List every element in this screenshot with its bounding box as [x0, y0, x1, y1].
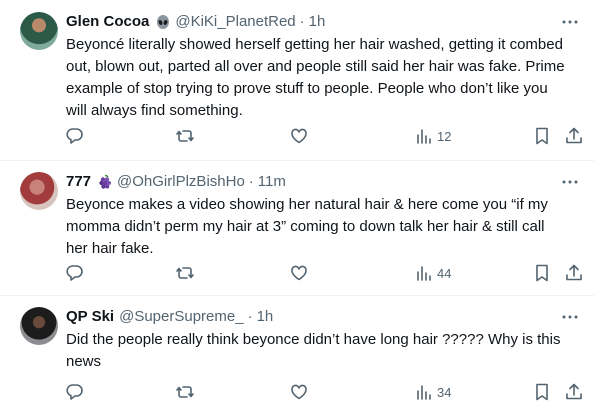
retweet-button[interactable] [175, 126, 195, 146]
timestamp[interactable]: 1h [257, 307, 274, 327]
timestamp[interactable]: 11m [258, 172, 286, 192]
views-count: 44 [437, 265, 452, 281]
avatar[interactable] [20, 172, 58, 210]
author-name[interactable]: QP Ski [66, 307, 114, 327]
views-button[interactable]: 34 [415, 382, 451, 402]
author-handle[interactable]: @OhGirlPlzBishHo [117, 172, 245, 192]
tweet-header: QP Ski @SuperSupreme_ · 1h [66, 307, 273, 327]
share-button[interactable] [564, 382, 584, 402]
more-options-icon[interactable] [560, 307, 580, 327]
reply-button[interactable] [64, 263, 84, 283]
tweet-text: Beyonce makes a video showing her natura… [66, 196, 548, 257]
like-button[interactable] [289, 126, 309, 146]
bookmark-button[interactable] [532, 126, 552, 146]
views-button[interactable]: 44 [415, 263, 451, 283]
reply-button[interactable] [64, 382, 84, 402]
bookmark-icon [532, 382, 552, 402]
bookmark-icon [532, 263, 552, 283]
tweet-actions: 12 [56, 126, 586, 146]
reply-icon [64, 263, 84, 283]
separator-dot: · [247, 308, 253, 325]
share-button[interactable] [564, 126, 584, 146]
bookmark-button[interactable] [532, 263, 552, 283]
tweet-actions: 44 [56, 263, 586, 283]
tweet-feed: Glen Cocoa @KiKi_PlanetRed · 1h Beyoncé … [0, 0, 594, 414]
share-button[interactable] [564, 263, 584, 283]
analytics-icon [415, 383, 433, 401]
reply-icon [64, 382, 84, 402]
tweet[interactable]: Glen Cocoa @KiKi_PlanetRed · 1h Beyoncé … [0, 0, 594, 161]
author-name[interactable]: Glen Cocoa [66, 12, 149, 32]
avatar[interactable] [20, 307, 58, 345]
tweet-actions: 34 [56, 382, 586, 402]
share-icon [564, 126, 584, 146]
more-options-icon[interactable] [560, 12, 580, 32]
author-handle[interactable]: @SuperSupreme_ [119, 307, 243, 327]
heart-icon [289, 126, 309, 146]
retweet-icon [175, 126, 195, 146]
grapes-emoji-icon [97, 174, 113, 190]
bookmark-button[interactable] [532, 382, 552, 402]
separator-dot: · [248, 173, 254, 190]
retweet-button[interactable] [175, 382, 195, 402]
like-button[interactable] [289, 263, 309, 283]
timestamp[interactable]: 1h [309, 12, 326, 32]
author-handle[interactable]: @KiKi_PlanetRed [175, 12, 295, 32]
bookmark-icon [532, 126, 552, 146]
tweet-header: Glen Cocoa @KiKi_PlanetRed · 1h [66, 12, 325, 32]
retweet-icon [175, 263, 195, 283]
more-options-icon[interactable] [560, 172, 580, 192]
retweet-icon [175, 382, 195, 402]
tweet-text: Beyoncé literally showed herself getting… [66, 36, 565, 119]
reply-button[interactable] [64, 126, 84, 146]
alien-emoji-icon [155, 14, 171, 30]
share-icon [564, 382, 584, 402]
reply-icon [64, 126, 84, 146]
tweet[interactable]: 777 @OhGirlPlzBishHo · 11m Beyonce makes… [0, 160, 594, 296]
separator-dot: · [299, 13, 305, 30]
heart-icon [289, 382, 309, 402]
views-count: 34 [437, 384, 452, 400]
tweet-header: 777 @OhGirlPlzBishHo · 11m [66, 172, 286, 192]
analytics-icon [415, 264, 433, 282]
tweet-text: Did the people really think beyonce didn… [66, 331, 561, 370]
retweet-button[interactable] [175, 263, 195, 283]
avatar[interactable] [20, 12, 58, 50]
share-icon [564, 263, 584, 283]
heart-icon [289, 263, 309, 283]
views-count: 12 [437, 128, 452, 144]
views-button[interactable]: 12 [415, 126, 451, 146]
analytics-icon [415, 127, 433, 145]
tweet[interactable]: QP Ski @SuperSupreme_ · 1h Did the peopl… [0, 295, 594, 414]
author-name[interactable]: 777 [66, 172, 91, 192]
like-button[interactable] [289, 382, 309, 402]
